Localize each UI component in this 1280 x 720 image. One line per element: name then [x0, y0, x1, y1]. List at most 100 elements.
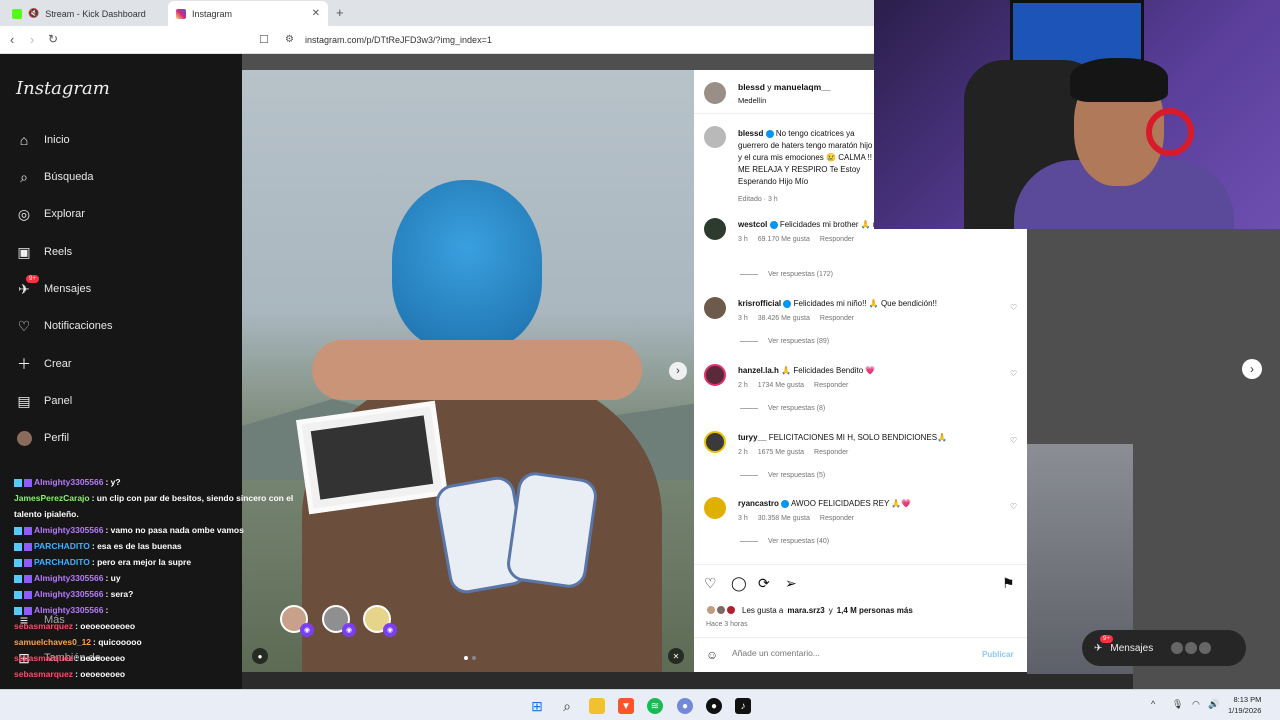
site-info-icon[interactable]: ⚙: [285, 34, 294, 45]
chat-username[interactable]: Almighty3305566: [34, 525, 103, 535]
chat-username[interactable]: Almighty3305566: [34, 589, 103, 599]
share-icon[interactable]: ➢: [785, 575, 797, 592]
comment-input[interactable]: [732, 648, 952, 658]
view-replies[interactable]: Ver respuestas (172): [740, 271, 833, 278]
chat-username[interactable]: Almighty3305566: [34, 573, 103, 583]
tiktok-icon[interactable]: ♪: [735, 698, 751, 714]
comment-user[interactable]: turyy__: [738, 433, 766, 442]
avatar[interactable]: [704, 497, 726, 519]
comment-likes[interactable]: 1675 Me gusta: [758, 449, 804, 456]
chat-username[interactable]: PARCHADITO: [34, 541, 90, 551]
next-image-icon[interactable]: ›: [669, 362, 687, 380]
chat-username[interactable]: PARCHADITO: [34, 557, 90, 567]
nav-create[interactable]: ＋ Crear: [16, 356, 72, 372]
emoji-icon[interactable]: ☺: [706, 648, 718, 662]
tab-kick-dashboard[interactable]: 🔇 Stream - Kick Dashboard: [4, 1, 166, 26]
nav-notifications[interactable]: ♡ Notificaciones: [16, 318, 113, 334]
publish-button[interactable]: Publicar: [982, 650, 1014, 659]
likes-count[interactable]: 1,4 M personas más: [837, 606, 913, 615]
close-tab-icon[interactable]: ✕: [312, 8, 320, 19]
tab-instagram[interactable]: Instagram ✕: [168, 1, 328, 26]
instagram-logo[interactable]: Instagram: [16, 78, 110, 99]
comment-likes[interactable]: 38.426 Me gusta: [758, 315, 810, 322]
bookmark-icon[interactable]: ☐: [259, 33, 269, 46]
like-comment-icon[interactable]: ♡: [1010, 502, 1017, 511]
nav-search[interactable]: ⌕ Búsqueda: [16, 169, 93, 185]
chat-username[interactable]: sebasmarquez: [14, 669, 73, 679]
like-comment-icon[interactable]: ♡: [1010, 303, 1017, 312]
reply-button[interactable]: Responder: [820, 515, 854, 522]
messages-pill[interactable]: ✈ 9+ Mensajes: [1082, 630, 1246, 666]
avatar[interactable]: [704, 297, 726, 319]
next-post-icon[interactable]: ›: [1242, 359, 1262, 379]
avatar[interactable]: [704, 218, 726, 240]
view-replies[interactable]: Ver respuestas (40): [740, 538, 829, 545]
comment-user[interactable]: hanzel.la.h: [738, 366, 779, 375]
comment-likes[interactable]: 1734 Me gusta: [758, 382, 804, 389]
reply-button[interactable]: Responder: [820, 315, 854, 322]
chat-username[interactable]: JamesPerezCarajo: [14, 493, 90, 503]
comment-likes[interactable]: 30.358 Me gusta: [758, 515, 810, 522]
post-location[interactable]: Medellín: [738, 96, 766, 105]
chat-username[interactable]: sebasmarquez: [14, 653, 73, 663]
url-field[interactable]: instagram.com/p/DTtReJFD3w3/?img_index=1: [305, 35, 492, 45]
comment-user[interactable]: ryancastro: [738, 499, 779, 508]
chat-username[interactable]: samuelchaves0_12: [14, 637, 91, 647]
nav-dashboard[interactable]: ▤ Panel: [16, 393, 72, 409]
reply-button[interactable]: Responder: [814, 382, 848, 389]
comment-likes[interactable]: 69.170 Me gusta: [758, 236, 810, 243]
repost-icon[interactable]: ⟳: [758, 575, 770, 592]
spotify-icon[interactable]: ≋: [647, 698, 663, 714]
comment-user[interactable]: westcol: [738, 220, 767, 229]
avatar[interactable]: [704, 364, 726, 386]
save-icon[interactable]: ⚑: [1002, 575, 1015, 592]
like-icon[interactable]: ♡: [704, 575, 717, 592]
file-explorer-icon[interactable]: [589, 698, 605, 714]
app-icon[interactable]: ●: [706, 698, 722, 714]
avatar[interactable]: [704, 82, 726, 104]
nav-home[interactable]: ⌂ Inicio: [16, 132, 70, 148]
comment-user[interactable]: krisrofficial: [738, 299, 781, 308]
discord-icon[interactable]: ●: [677, 698, 693, 714]
chevron-up-icon[interactable]: ^: [1151, 699, 1155, 709]
nav-explore[interactable]: ◎ Explorar: [16, 206, 85, 222]
chat-username[interactable]: Almighty3305566: [34, 605, 103, 615]
new-tab-icon[interactable]: +: [336, 5, 344, 20]
clock[interactable]: 8:13 PM 1/19/2026: [1228, 694, 1261, 716]
caption-user[interactable]: blessd: [738, 129, 763, 138]
reply-button[interactable]: Responder: [820, 236, 854, 243]
post-image[interactable]: › ◉ ◉ ◉ ● ✕: [242, 70, 695, 672]
view-replies[interactable]: Ver respuestas (5): [740, 472, 825, 479]
comment-icon[interactable]: ◯: [731, 575, 747, 592]
brave-icon[interactable]: ▼: [618, 698, 634, 714]
plus-icon: ＋: [17, 356, 31, 372]
view-replies[interactable]: Ver respuestas (89): [740, 338, 829, 345]
nav-messages[interactable]: ✈ 9+ Mensajes: [16, 275, 91, 297]
author-name[interactable]: blessd: [738, 82, 765, 92]
coauthor-name[interactable]: manuelaqm__: [774, 82, 831, 92]
nav-reels[interactable]: ▣ Reels: [16, 244, 72, 260]
back-icon[interactable]: ‹: [10, 32, 14, 47]
likes-user[interactable]: mara.srz3: [787, 606, 824, 615]
microphone-icon[interactable]: 🎙: [1172, 699, 1183, 710]
reload-icon[interactable]: ↻: [48, 32, 58, 46]
forward-icon[interactable]: ›: [30, 32, 34, 47]
avatar[interactable]: [704, 431, 726, 453]
reels-icon: ▣: [17, 243, 31, 260]
volume-icon[interactable]: 🔊: [1208, 699, 1219, 710]
nav-profile[interactable]: Perfil: [16, 430, 69, 446]
avatar[interactable]: [704, 126, 726, 148]
like-comment-icon[interactable]: ♡: [1010, 436, 1017, 445]
like-comment-icon[interactable]: ♡: [1010, 369, 1017, 378]
post-authors[interactable]: blessd y manuelaqm__: [738, 82, 831, 92]
likes-summary[interactable]: Les gusta a mara.srz3 y 1,4 M personas m…: [706, 605, 913, 615]
chat-username[interactable]: Almighty3305566: [34, 477, 103, 487]
reply-button[interactable]: Responder: [814, 449, 848, 456]
mute-icon[interactable]: 🔇: [28, 8, 39, 19]
wifi-icon[interactable]: ◠: [1192, 699, 1200, 710]
search-icon[interactable]: ⌕: [559, 698, 575, 714]
chat-username[interactable]: sebasmarquez: [14, 621, 73, 631]
mute-icon[interactable]: ✕: [668, 648, 684, 664]
start-icon[interactable]: ⊞: [529, 698, 545, 714]
view-replies[interactable]: Ver respuestas (8): [740, 405, 825, 412]
